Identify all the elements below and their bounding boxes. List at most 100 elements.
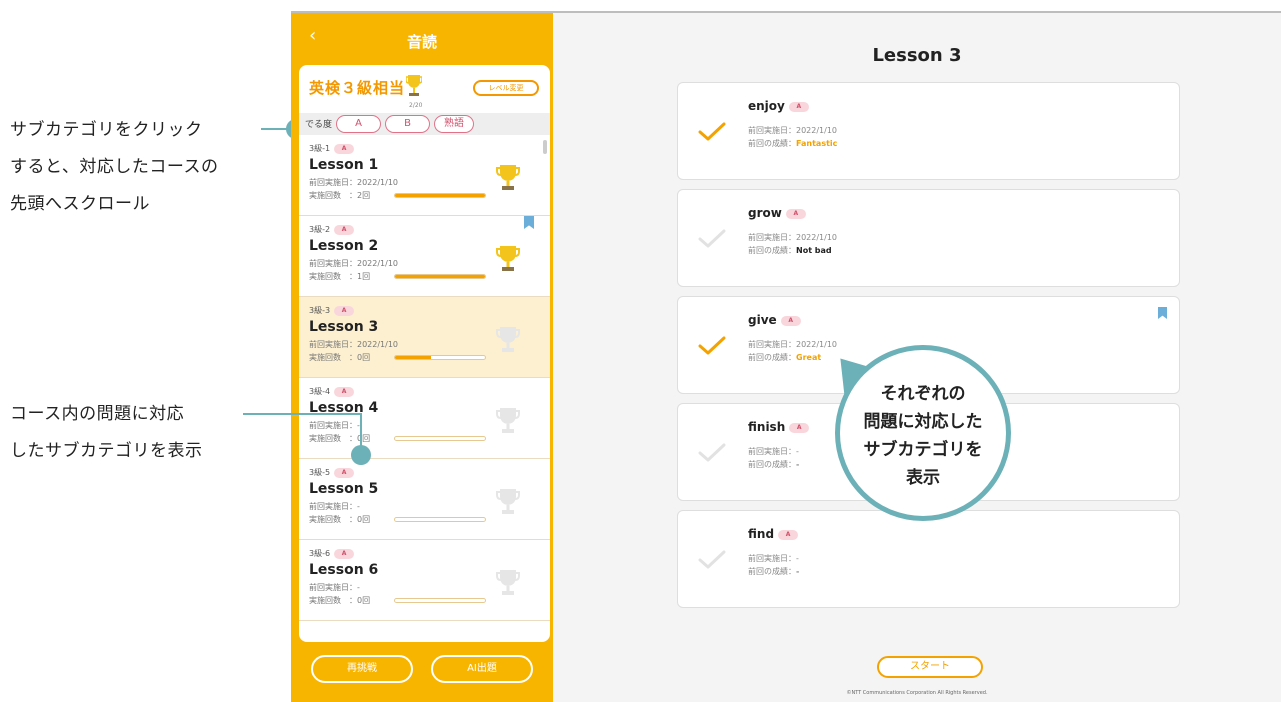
sidebar-footer: 再挑戦 AI出題 [291, 655, 553, 687]
level-title: 英検３級相当 [309, 79, 406, 97]
sidebar-title: 音読 [406, 33, 437, 51]
trophy-icon [496, 163, 520, 197]
annotation-connector [243, 413, 360, 415]
result-value: Not bad [796, 246, 832, 255]
frequency-badge: A [778, 529, 799, 540]
attempt-count: 実施回数 ：1回 [309, 272, 371, 281]
frequency-badge: A [334, 548, 355, 559]
progress-bar [394, 193, 486, 198]
question-word: find A [748, 527, 799, 541]
ai-question-button[interactable]: AI出題 [431, 655, 533, 683]
last-date: 前回実施日：2022/1/10 [748, 340, 838, 349]
result-value: - [796, 460, 800, 469]
trophy-icon [496, 568, 520, 602]
annotation-line: コース内の問題に対応 [10, 404, 185, 424]
frequency-badge: A [334, 224, 355, 235]
lesson-code: 3級-1 A [309, 143, 355, 154]
lesson-item[interactable]: 3級-6 A Lesson 6 前回実施日：- 実施回数 ：0回 [299, 540, 550, 621]
question-card[interactable]: find A 前回実施日：- 前回の成績：- [677, 510, 1180, 608]
lesson-code: 3級-5 A [309, 467, 355, 478]
trophy-icon [405, 73, 423, 103]
lesson-list[interactable]: 3級-1 A Lesson 1 前回実施日：2022/1/10 実施回数 ：2回 3級-2… [299, 135, 550, 642]
progress-bar [394, 274, 486, 279]
question-word: grow A [748, 206, 806, 220]
question-word: finish A [748, 420, 810, 434]
question-card[interactable]: grow A 前回実施日：2022/1/10 前回の成績：Not bad [677, 189, 1180, 287]
attempt-count: 実施回数 ：0回 [309, 353, 371, 362]
callout-text: それぞれの 問題に対応した サブカテゴリを 表示 [840, 380, 1006, 492]
callout-bubble: それぞれの 問題に対応した サブカテゴリを 表示 [835, 345, 1011, 521]
retry-button[interactable]: 再挑戦 [311, 655, 413, 683]
last-result: 前回の成績：- [748, 567, 800, 576]
trophy-icon [496, 406, 520, 440]
trophy-icon [496, 325, 520, 359]
annotation-scroll: サブカテゴリをクリック すると、対応したコースの 先頭へスクロール [10, 112, 218, 223]
lesson-item[interactable]: 3級-2 A Lesson 2 前回実施日：2022/1/10 実施回数 ：1回 [299, 216, 550, 297]
lesson-title: Lesson 6 [309, 562, 379, 578]
lesson-title: Lesson 2 [309, 238, 379, 254]
frequency-badge: A [788, 101, 809, 112]
progress-bar [394, 355, 486, 360]
last-date: 前回実施日：- [309, 502, 360, 511]
lesson-item[interactable]: 3級-3 A Lesson 3 前回実施日：2022/1/10 実施回数 ：0回 [299, 297, 550, 378]
level-change-button[interactable]: レベル変更 [473, 80, 539, 96]
progress-fill [395, 275, 485, 278]
lesson-title: Lesson 1 [309, 157, 379, 173]
last-date: 前回実施日：2022/1/10 [309, 178, 399, 187]
last-date: 前回実施日：- [748, 447, 799, 456]
sidebar-header: ‹ 音読 [291, 13, 553, 65]
check-icon [698, 335, 726, 361]
bookmark-icon[interactable] [1158, 307, 1167, 319]
frequency-badge: A [334, 467, 355, 478]
page-title: Lesson 3 [872, 45, 962, 66]
lesson-code: 3級-6 A [309, 548, 355, 559]
last-date: 前回実施日：2022/1/10 [309, 340, 399, 349]
result-value: Fantastic [796, 139, 838, 148]
annotation-line: したサブカテゴリを表示 [10, 441, 203, 461]
lesson-panel: 英検３級相当 2/20 レベル変更 でる度 A B 熟語 3級-1 A Lesson… [299, 65, 550, 642]
attempt-count: 実施回数 ：0回 [309, 515, 371, 524]
last-date: 前回実施日：2022/1/10 [309, 259, 399, 268]
last-date: 前回実施日：2022/1/10 [748, 126, 838, 135]
lesson-item[interactable]: 3級-4 A Lesson 4 前回実施日：- 実施回数 ：0回 [299, 378, 550, 459]
progress-bar [394, 517, 486, 522]
result-value: - [796, 567, 800, 576]
level-progress-text: 2/20 [409, 102, 423, 109]
start-button[interactable]: スタート [877, 656, 983, 678]
annotation-line: 先頭へスクロール [10, 194, 150, 214]
app-window: ‹ 音読 英検３級相当 2/20 レベル変更 でる度 A B 熟語 3級-1 A… [291, 11, 1281, 702]
frequency-chip-idiom[interactable]: 熟語 [434, 115, 474, 133]
attempt-count: 実施回数 ：0回 [309, 596, 371, 605]
frequency-chip-b[interactable]: B [385, 115, 430, 133]
frequency-badge: A [785, 208, 806, 219]
lesson-title: Lesson 5 [309, 481, 379, 497]
result-value: Great [796, 353, 822, 362]
frequency-badge: A [789, 422, 810, 433]
question-word: enjoy A [748, 99, 809, 113]
check-icon [698, 121, 726, 147]
callout-line: 表示 [906, 468, 940, 488]
lesson-code: 3級-3 A [309, 305, 355, 316]
lesson-item[interactable]: 3級-1 A Lesson 1 前回実施日：2022/1/10 実施回数 ：2回 [299, 135, 550, 216]
frequency-badge: A [334, 386, 355, 397]
scrollbar[interactable] [543, 140, 547, 154]
lesson-code: 3級-2 A [309, 224, 355, 235]
annotation-subcategory: コース内の問題に対応 したサブカテゴリを表示 [10, 396, 203, 470]
frequency-chip-a[interactable]: A [336, 115, 381, 133]
check-icon [698, 549, 726, 575]
lesson-title: Lesson 3 [309, 319, 379, 335]
annotation-line: すると、対応したコースの [10, 157, 219, 177]
frequency-badge: A [334, 143, 355, 154]
progress-bar [394, 436, 486, 441]
lesson-item[interactable]: 3級-5 A Lesson 5 前回実施日：- 実施回数 ：0回 [299, 459, 550, 540]
question-card[interactable]: enjoy A 前回実施日：2022/1/10 前回の成績：Fantastic [677, 82, 1180, 180]
last-date: 前回実施日：2022/1/10 [748, 233, 838, 242]
last-result: 前回の成績：Fantastic [748, 139, 838, 148]
last-date: 前回実施日：- [309, 421, 360, 430]
lesson-code: 3級-4 A [309, 386, 355, 397]
check-icon [698, 442, 726, 468]
callout-line: それぞれの [880, 384, 966, 404]
chevron-left-icon[interactable]: ‹ [309, 13, 316, 59]
level-row: 英検３級相当 2/20 レベル変更 [299, 65, 550, 113]
last-result: 前回の成績：- [748, 460, 800, 469]
